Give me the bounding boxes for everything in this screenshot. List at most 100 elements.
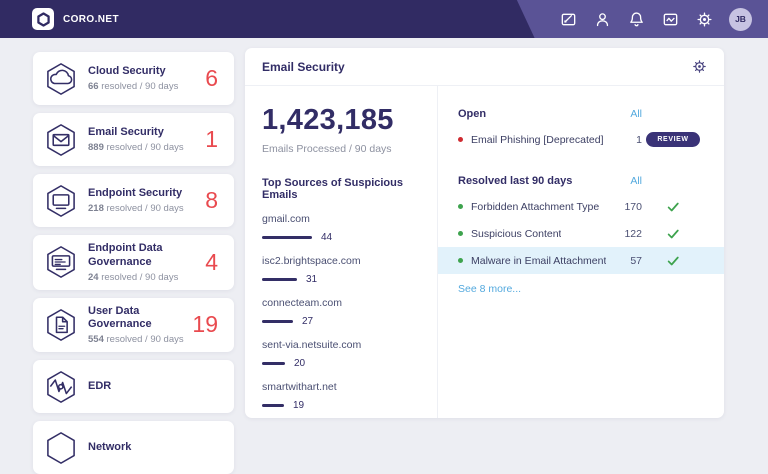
review-button[interactable]: REVIEW bbox=[646, 132, 700, 147]
module-subtitle: 554 resolved / 90 days bbox=[88, 334, 184, 345]
suspicious-source-item[interactable]: isc2.brightspace.com 31 bbox=[262, 255, 421, 285]
source-domain: gmail.com bbox=[262, 213, 310, 225]
ticket-row[interactable]: Email Phishing [Deprecated] 1 REVIEW bbox=[458, 126, 704, 153]
panel-settings-icon[interactable] bbox=[691, 58, 708, 75]
see-more-link[interactable]: See 8 more... bbox=[458, 283, 521, 295]
module-icon bbox=[43, 430, 79, 466]
sidebar-module-card[interactable]: Endpoint Security 218 resolved / 90 days… bbox=[33, 174, 234, 227]
topbar-actions: JB bbox=[559, 7, 752, 31]
status-dot bbox=[458, 204, 463, 209]
ticket-label: Email Phishing [Deprecated] bbox=[471, 133, 604, 146]
resolved-check-icon bbox=[667, 256, 679, 265]
module-subtitle: 66 resolved / 90 days bbox=[88, 80, 179, 92]
module-title: EDR bbox=[88, 379, 112, 392]
module-subtitle: 218 resolved / 90 days bbox=[88, 202, 184, 214]
source-domain: connecteam.com bbox=[262, 297, 342, 309]
module-icon bbox=[43, 183, 79, 219]
module-open-count: 4 bbox=[205, 248, 218, 275]
module-title: Endpoint Security bbox=[88, 187, 183, 200]
brand-name: CORO.NET bbox=[63, 13, 119, 25]
source-bar bbox=[262, 277, 297, 282]
ticket-label: Forbidden Attachment Type bbox=[471, 200, 600, 213]
open-section-title: Open bbox=[458, 108, 487, 120]
ticket-label: Suspicious Content bbox=[471, 227, 562, 240]
emails-processed-value: 1,423,185 bbox=[262, 104, 394, 136]
module-icon bbox=[43, 122, 79, 158]
suspicious-source-item[interactable]: gmail.com 44 bbox=[262, 213, 421, 243]
panel-title: Email Security bbox=[262, 59, 345, 74]
source-domain: isc2.brightspace.com bbox=[262, 255, 361, 267]
module-icon bbox=[43, 369, 79, 405]
module-open-count: 1 bbox=[205, 126, 218, 152]
module-icon bbox=[43, 244, 79, 280]
source-domain: smartwithart.net bbox=[262, 381, 337, 393]
email-security-panel: Email Security 1,423,185 Emails Processe… bbox=[245, 48, 724, 418]
panel-tickets-column: Open All Email Phishing [Deprecated] 1 R… bbox=[438, 86, 724, 418]
module-open-count: 6 bbox=[205, 65, 218, 91]
source-value: 27 bbox=[302, 316, 314, 327]
ticket-label: Malware in Email Attachment bbox=[471, 254, 607, 267]
ticket-count: 1 bbox=[636, 133, 642, 146]
activity-icon[interactable] bbox=[661, 10, 680, 29]
sidebar-modules: Cloud Security 66 resolved / 90 days 6 E… bbox=[33, 52, 234, 474]
source-bar bbox=[262, 403, 284, 408]
brand[interactable]: CORO.NET bbox=[32, 8, 119, 30]
module-title: Endpoint Data Governance bbox=[88, 242, 163, 268]
source-value: 19 bbox=[293, 400, 305, 411]
status-dot bbox=[458, 258, 463, 263]
ticket-count: 57 bbox=[630, 254, 642, 267]
resolved-section-title: Resolved last 90 days bbox=[458, 175, 573, 187]
resolved-section-header: Resolved last 90 days All bbox=[458, 169, 704, 193]
module-open-count: 19 bbox=[192, 311, 218, 338]
resolved-all-link[interactable]: All bbox=[608, 175, 642, 187]
source-bar bbox=[262, 235, 312, 240]
source-bar bbox=[262, 319, 293, 324]
ticket-count: 170 bbox=[624, 200, 642, 213]
suspicious-source-item[interactable]: sent-via.netsuite.com 20 bbox=[262, 339, 421, 369]
ticket-row[interactable]: Malware in Email Attachment 57 bbox=[438, 247, 724, 274]
source-value: 31 bbox=[306, 274, 318, 285]
open-ticket-rows: Email Phishing [Deprecated] 1 REVIEW bbox=[458, 126, 704, 153]
sidebar-module-card[interactable]: EDR bbox=[33, 360, 234, 413]
suspicious-source-item[interactable]: smartwithart.net 19 bbox=[262, 381, 421, 411]
open-section-header: Open All bbox=[458, 102, 704, 126]
ticket-row[interactable]: Suspicious Content 122 bbox=[458, 220, 704, 247]
module-title: Cloud Security bbox=[88, 65, 166, 78]
source-domain: sent-via.netsuite.com bbox=[262, 339, 362, 351]
panel-stats-column: 1,423,185 Emails Processed / 90 days Top… bbox=[245, 86, 438, 418]
suspicious-source-item[interactable]: connecteam.com 27 bbox=[262, 297, 421, 327]
open-all-link[interactable]: All bbox=[608, 108, 642, 120]
module-title: User Data Governance bbox=[88, 304, 152, 331]
sidebar-module-card[interactable]: User Data Governance 554 resolved / 90 d… bbox=[33, 297, 234, 352]
module-title: Email Security bbox=[88, 126, 164, 139]
ticket-row[interactable]: Forbidden Attachment Type 170 bbox=[458, 193, 704, 220]
source-value: 44 bbox=[321, 232, 333, 243]
top-sources-list: gmail.com 44 isc2.brightspace.com 31 con… bbox=[262, 213, 421, 411]
source-bar bbox=[262, 361, 285, 366]
resolved-check-icon bbox=[667, 229, 679, 238]
sidebar-module-card[interactable]: Email Security 889 resolved / 90 days 1 bbox=[33, 113, 234, 166]
module-title: Network bbox=[88, 440, 132, 453]
status-dot bbox=[458, 137, 463, 142]
sidebar-module-card[interactable]: Cloud Security 66 resolved / 90 days 6 bbox=[33, 52, 234, 105]
bell-icon[interactable] bbox=[627, 10, 646, 29]
resolved-check-icon bbox=[667, 202, 679, 211]
module-icon bbox=[43, 307, 79, 343]
emails-processed-label: Emails Processed / 90 days bbox=[262, 143, 392, 155]
resolved-ticket-rows: Forbidden Attachment Type 170 Suspicious… bbox=[438, 193, 724, 274]
panel-header: Email Security bbox=[245, 48, 724, 86]
compose-icon[interactable] bbox=[559, 10, 578, 29]
module-icon bbox=[43, 61, 79, 97]
coro-logo-icon bbox=[32, 8, 54, 30]
settings-icon[interactable] bbox=[695, 10, 714, 29]
status-dot bbox=[458, 231, 463, 236]
users-icon[interactable] bbox=[593, 10, 612, 29]
ticket-count: 122 bbox=[624, 227, 642, 240]
user-avatar[interactable]: JB bbox=[729, 7, 752, 31]
source-value: 20 bbox=[294, 358, 306, 369]
topbar: CORO.NET JB bbox=[0, 0, 768, 38]
top-sources-title: Top Sources of Suspicious Emails bbox=[262, 177, 403, 201]
module-open-count: 8 bbox=[205, 187, 218, 213]
module-subtitle: 889 resolved / 90 days bbox=[88, 141, 184, 153]
sidebar-module-card[interactable]: Endpoint Data Governance 24 resolved / 9… bbox=[33, 235, 234, 290]
